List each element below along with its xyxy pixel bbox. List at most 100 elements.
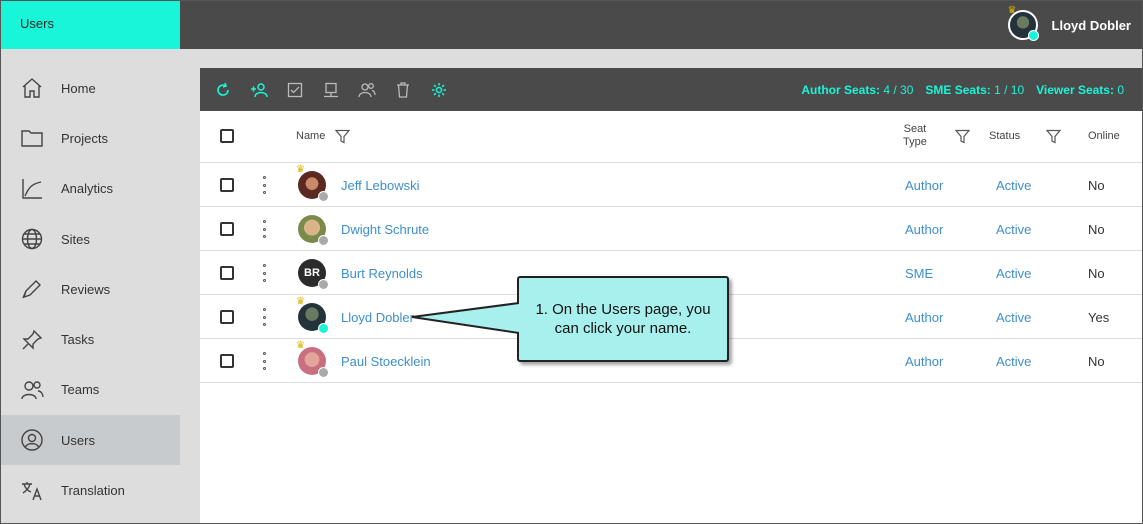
row-checkbox[interactable] (220, 354, 234, 368)
user-name-link[interactable]: Jeff Lebowski (341, 178, 420, 193)
crown-icon: ♛ (296, 340, 305, 351)
row-menu-icon[interactable] (263, 220, 267, 238)
sidebar-item-projects[interactable]: Projects (1, 113, 180, 163)
row-menu-icon[interactable] (263, 264, 267, 282)
avatar: BR (298, 259, 329, 290)
presence-dot (318, 367, 329, 378)
online-status-dot (1027, 30, 1039, 41)
trash-icon[interactable] (394, 81, 412, 99)
user-name-link[interactable]: Burt Reynolds (341, 266, 423, 281)
presence-dot (318, 235, 329, 246)
seat-summary: Author Seats: 4 / 30 SME Seats: 1 / 10 V… (801, 83, 1124, 97)
row-checkbox[interactable] (220, 178, 234, 192)
filter-icon[interactable] (954, 129, 971, 147)
row-menu-icon[interactable] (263, 308, 267, 326)
translate-icon (19, 478, 45, 504)
avatar-initials: BR (304, 267, 320, 279)
seat-type[interactable]: SME (905, 266, 933, 281)
callout-pointer (411, 302, 520, 334)
row-checkbox[interactable] (220, 266, 234, 280)
teams-icon (19, 377, 45, 403)
table-row: Dwight Schrute Author Active No (200, 207, 1142, 251)
filter-icon[interactable] (1045, 129, 1062, 147)
sidebar-item-label: Users (61, 432, 95, 448)
callout-line-2: can click your name. (554, 320, 692, 337)
tutorial-callout: 1. On the Users page, you can click your… (517, 276, 729, 362)
sidebar-item-label: Home (61, 80, 96, 96)
seat-type[interactable]: Author (905, 354, 943, 369)
pen-icon (19, 276, 45, 302)
filter-icon[interactable] (334, 129, 351, 147)
table-row: ♛ Jeff Lebowski Author Active No (200, 163, 1142, 207)
online-state: No (1088, 354, 1105, 369)
crown-icon: ♛ (296, 164, 305, 175)
sidebar-item-label: Teams (61, 382, 100, 398)
user-status[interactable]: Active (996, 354, 1031, 369)
crown-icon: ♛ (296, 296, 305, 307)
globe-icon (19, 226, 45, 252)
online-state: No (1088, 266, 1105, 281)
sme-seats: SME Seats: 1 / 10 (925, 82, 1025, 97)
select-all-checkbox[interactable] (220, 129, 234, 143)
online-state: No (1088, 222, 1105, 237)
folder-icon (19, 125, 45, 151)
sidebar-item-label: Reviews (61, 281, 111, 297)
group-icon[interactable] (358, 81, 376, 99)
current-user-name[interactable]: Lloyd Dobler (1052, 18, 1131, 33)
analytics-icon (19, 176, 45, 202)
sidebar-item-translation[interactable]: Translation (1, 465, 180, 515)
checklist-icon[interactable] (286, 81, 304, 99)
callout-seam (519, 300, 525, 336)
user-avatar[interactable]: ♛ (1007, 6, 1039, 41)
user-status[interactable]: Active (996, 310, 1031, 325)
sidebar: Home Projects Analytics Sites Reviews Ta… (1, 63, 180, 516)
sidebar-item-analytics[interactable]: Analytics (1, 164, 180, 214)
column-header-seat-type[interactable]: Seat Type (903, 123, 927, 149)
presence-dot (318, 279, 329, 290)
user-name-link[interactable]: Dwight Schrute (341, 222, 429, 237)
sidebar-item-home[interactable]: Home (1, 63, 180, 113)
seat-type[interactable]: Author (905, 178, 943, 193)
crown-icon: ♛ (1007, 5, 1017, 16)
avatar: ♛ (296, 165, 329, 202)
presence-dot (318, 323, 329, 334)
refresh-icon[interactable] (214, 81, 232, 99)
sidebar-item-sites[interactable]: Sites (1, 214, 180, 264)
type-header-line: Type (903, 136, 927, 148)
sidebar-item-label: Projects (61, 130, 108, 146)
row-checkbox[interactable] (220, 310, 234, 324)
computer-icon[interactable] (322, 81, 340, 99)
sidebar-item-label: Sites (61, 231, 90, 247)
top-bar: Users ♛ Lloyd Dobler (0, 0, 1143, 49)
user-status[interactable]: Active (996, 266, 1031, 281)
user-menu[interactable]: ♛ Lloyd Dobler (1007, 6, 1131, 41)
column-header-online: Online (1088, 130, 1120, 142)
column-header-status[interactable]: Status (989, 130, 1020, 142)
pin-icon (19, 327, 45, 353)
sidebar-item-reviews[interactable]: Reviews (1, 264, 180, 314)
user-status[interactable]: Active (996, 178, 1031, 193)
page-title: Users (1, 1, 180, 49)
user-name-link[interactable]: Lloyd Dobler (341, 310, 414, 325)
settings-icon[interactable] (430, 81, 448, 99)
table-header: Name Seat Type Status Online (200, 111, 1142, 163)
row-menu-icon[interactable] (263, 176, 267, 194)
user-name-link[interactable]: Paul Stoecklein (341, 354, 431, 369)
avatar: ♛ (296, 341, 329, 378)
callout-text: 1. On the Users page, you can click your… (527, 300, 719, 338)
sidebar-item-teams[interactable]: Teams (1, 365, 180, 415)
row-checkbox[interactable] (220, 222, 234, 236)
author-seats: Author Seats: 4 / 30 (801, 82, 914, 97)
seat-type[interactable]: Author (905, 222, 943, 237)
callout-line-1: 1. On the Users page, you (535, 301, 711, 318)
add-user-icon[interactable] (250, 81, 268, 99)
sidebar-item-tasks[interactable]: Tasks (1, 314, 180, 364)
row-menu-icon[interactable] (263, 352, 267, 370)
seat-type[interactable]: Author (905, 310, 943, 325)
home-icon (19, 75, 45, 101)
presence-dot (318, 191, 329, 202)
sidebar-item-users[interactable]: Users (1, 415, 180, 466)
sidebar-gutter (180, 49, 200, 524)
user-status[interactable]: Active (996, 222, 1031, 237)
column-header-name[interactable]: Name (296, 130, 325, 142)
